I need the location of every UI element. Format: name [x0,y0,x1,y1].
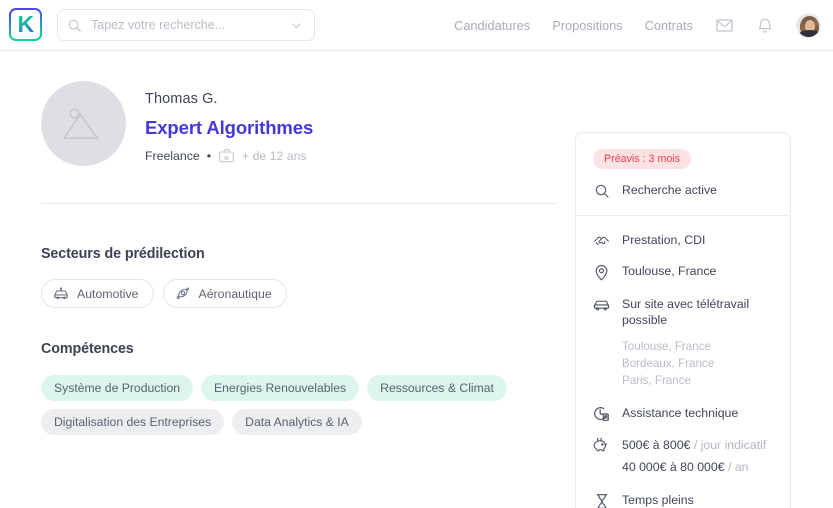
search-status-label: Recherche active [622,183,718,197]
page-body: Thomas G. Expert Algorithmes Freelance •… [0,51,833,508]
skills-heading: Compétences [41,341,134,357]
main-divider [41,203,556,204]
mobility-row: Sur site avec télétravail possible Toulo… [593,296,773,389]
hourglass-icon [593,492,610,508]
rocket-icon [175,286,191,301]
sectors-section: Secteurs de prédilection Automotive Aéro… [41,246,556,308]
handshake-icon [593,232,610,248]
mobility-cities: Toulouse, France Bordeaux, France Paris,… [622,338,773,389]
profile-title: Expert Algorithmes [145,117,314,138]
logo-inner: K [11,10,40,39]
bell-icon[interactable] [756,17,774,35]
profile-status: Freelance [145,148,200,163]
contract-row: Prestation, CDI [593,232,773,248]
image-placeholder-icon [62,107,98,139]
skill-tag[interactable]: Digitalisation des Entreprises [41,409,225,435]
rate-yearly-line: 40 000€ à 80 000€ / an [622,459,773,475]
contract-label: Prestation, CDI [622,233,706,247]
search-input[interactable] [91,18,281,32]
rate-yearly-amount: 40 000€ à 80 000€ [622,460,725,475]
mobility-city: Paris, France [622,373,691,387]
car-icon [53,286,69,301]
clock-doc-icon [593,405,610,422]
availability-label: Temps pleins [622,492,694,507]
avatar-body [799,30,820,37]
rates-row: 500€ à 800€ / jour indicatif 40 000€ à 8… [593,437,773,475]
skill-tag[interactable]: Data Analytics & IA [232,409,362,435]
rate-daily-amount: 500€ à 800€ [622,438,691,453]
profile-header: Thomas G. Expert Algorithmes Freelance •… [41,51,556,166]
search-status-row: Recherche active [593,182,773,199]
avatar[interactable] [796,13,821,38]
service-label: Assistance technique [622,406,739,421]
meta-separator: • [206,148,211,163]
sector-chip-automotive[interactable]: Automotive [41,279,154,308]
search-icon [593,182,610,199]
skills-section: Compétences Système de Production Energi… [41,341,556,435]
header-nav: Candidatures Propositions Contrats [454,0,821,51]
card-section-details: Prestation, CDI Toulouse, France Sur sit… [576,215,790,508]
sector-label: Aéronautique [198,286,272,301]
nav-item-propositions[interactable]: Propositions [552,18,622,33]
app-logo[interactable]: K [9,8,42,41]
profile-main-column: Thomas G. Expert Algorithmes Freelance •… [41,51,556,435]
profile-experience: + de 12 ans [242,148,307,163]
location-row: Toulouse, France [593,263,773,281]
mobility-city: Bordeaux, France [622,356,715,370]
search-icon [67,18,82,33]
sector-chip-aeronautique[interactable]: Aéronautique [162,279,287,308]
profile-photo-placeholder [41,81,126,166]
mobility-city: Toulouse, France [622,339,711,353]
availability-row: Temps pleins [593,492,773,508]
car-icon [593,296,610,312]
notice-badge: Préavis : 3 mois [593,149,692,169]
nav-item-candidatures[interactable]: Candidatures [454,18,530,33]
search-bar[interactable] [57,9,315,41]
chevron-down-icon[interactable] [290,19,305,32]
profile-summary-card: Préavis : 3 mois Recherche active Presta… [575,132,791,508]
sectors-heading: Secteurs de prédilection [41,246,205,262]
skill-tag[interactable]: Ressources & Climat [367,375,507,401]
rates-block: 500€ à 800€ / jour indicatif 40 000€ à 8… [622,437,773,475]
rate-yearly-unit: / an [728,460,749,475]
map-pin-icon [593,263,610,281]
skills-list: Système de Production Energies Renouvela… [41,375,511,435]
sector-label: Automotive [77,286,139,301]
location-label: Toulouse, France [622,264,717,279]
sectors-list: Automotive Aéronautique [41,279,556,308]
skill-tag[interactable]: Système de Production [41,375,194,401]
nav-item-contrats[interactable]: Contrats [645,18,693,33]
profile-name: Thomas G. [145,91,218,107]
service-row: Assistance technique [593,405,773,422]
logo-letter: K [17,11,34,37]
mail-icon[interactable] [715,16,734,35]
app-header: K Candidatures Propositions Contrats [0,0,833,51]
piggy-bank-icon [593,437,610,454]
briefcase-icon [218,148,235,163]
profile-info: Thomas G. Expert Algorithmes Freelance •… [145,81,313,163]
mobility-block: Sur site avec télétravail possible Toulo… [622,296,773,389]
mobility-label: Sur site avec télétravail possible [622,297,750,328]
rate-daily-unit: / jour indicatif [693,438,767,453]
skill-tag[interactable]: Energies Renouvelables [201,375,360,401]
profile-meta: Freelance • + de 12 ans [145,148,313,163]
rate-daily-line: 500€ à 800€ / jour indicatif [622,437,773,453]
card-section-status: Préavis : 3 mois Recherche active [576,133,790,215]
